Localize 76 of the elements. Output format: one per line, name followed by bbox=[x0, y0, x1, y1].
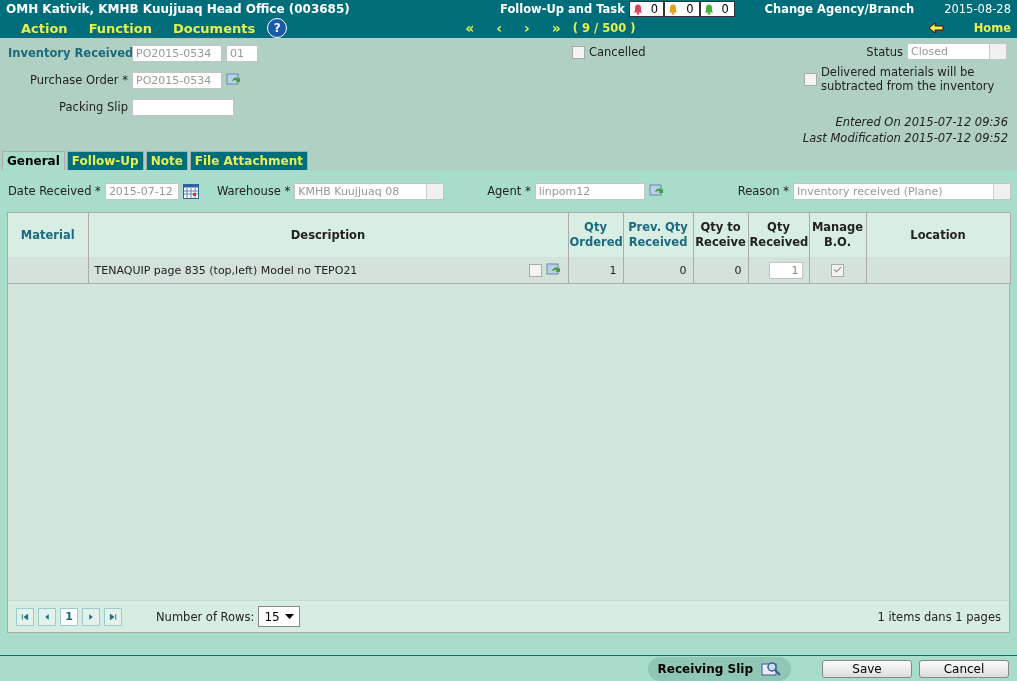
current-date: 2015-08-28 bbox=[944, 2, 1011, 16]
last-modification-text: Last Modification 2015-07-12 09:52 bbox=[802, 130, 1008, 146]
previous-page-icon[interactable] bbox=[38, 607, 56, 626]
record-position: ( 9 / 500 ) bbox=[572, 21, 636, 35]
next-button[interactable]: › bbox=[524, 20, 530, 36]
column-header[interactable]: Qty Ordered bbox=[568, 213, 623, 257]
calendar-icon[interactable] bbox=[182, 183, 199, 199]
table-cell: 0 bbox=[623, 257, 693, 284]
input-field[interactable]: 2015-07-12 bbox=[104, 182, 179, 200]
checkbox-label: Delivered materials will be subtracted from the inventory bbox=[821, 65, 996, 93]
first-page-icon[interactable] bbox=[16, 607, 34, 626]
cancel-button[interactable]: Cancel bbox=[919, 660, 1009, 678]
table-cell-text: TENAQUIP page 835 (top,left) Model no TEPO21 bbox=[94, 263, 359, 277]
column-header: Manage B.O. bbox=[809, 213, 866, 257]
help-button[interactable]: ? bbox=[267, 18, 288, 38]
last-page-button[interactable]: » bbox=[551, 20, 561, 36]
column-header: Description bbox=[88, 213, 568, 257]
field-label: Agent * bbox=[487, 184, 531, 198]
checkbox[interactable] bbox=[528, 263, 542, 277]
table-cell: 1 bbox=[568, 257, 623, 284]
page-button[interactable]: 1 bbox=[60, 607, 78, 626]
left-arrow-icon[interactable] bbox=[927, 22, 944, 34]
field-label: Date Received * bbox=[8, 184, 101, 198]
column-header: Qty to Receive bbox=[693, 213, 748, 257]
field-label: Packing Slip bbox=[58, 100, 128, 114]
change-agency-link[interactable]: Change Agency/Branch bbox=[764, 2, 915, 16]
lookup-icon[interactable] bbox=[226, 73, 242, 87]
tab[interactable]: Follow-Up bbox=[66, 151, 144, 170]
select-field[interactable]: Closed bbox=[907, 43, 1007, 60]
checkbox[interactable] bbox=[572, 45, 585, 59]
column-header[interactable]: Prev. Qty Received bbox=[623, 213, 693, 257]
column-header[interactable]: Material bbox=[8, 213, 88, 257]
follow-up-label: Follow-Up and Task bbox=[500, 2, 625, 16]
magnifier-icon bbox=[761, 660, 781, 678]
input-field[interactable]: linpom12 bbox=[534, 182, 645, 200]
field-label: Status bbox=[866, 44, 903, 59]
rows-label: Number of Rows: bbox=[156, 609, 255, 624]
menu-item[interactable]: Function bbox=[88, 20, 152, 36]
last-page-icon[interactable] bbox=[104, 607, 122, 626]
select-field[interactable]: Inventory received (Plane) bbox=[793, 182, 1011, 200]
field-label: Purchase Order * bbox=[29, 73, 128, 87]
bell-counter[interactable]: 0 bbox=[628, 1, 665, 17]
home-link[interactable]: Home bbox=[973, 21, 1011, 35]
previous-button[interactable]: ‹ bbox=[496, 20, 503, 36]
entered-on-text: Entered On 2015-07-12 09:36 bbox=[834, 114, 1008, 130]
field-label: Reason * bbox=[737, 184, 789, 198]
input-field[interactable]: PO2015-0534 bbox=[132, 44, 222, 62]
checkbox[interactable] bbox=[831, 263, 844, 277]
bell-counter[interactable]: 0 bbox=[699, 1, 735, 17]
column-header: Location bbox=[866, 213, 1010, 257]
save-button[interactable]: Save bbox=[822, 660, 912, 678]
tab[interactable]: Note bbox=[145, 151, 188, 170]
input-field[interactable]: PO2015-0534 bbox=[132, 71, 222, 89]
refresh-icon[interactable] bbox=[545, 263, 562, 277]
input-field[interactable]: 01 bbox=[226, 44, 258, 62]
checkbox-label: Cancelled bbox=[589, 45, 646, 59]
rows-select[interactable]: 15 bbox=[258, 606, 301, 627]
tab[interactable]: General bbox=[2, 151, 65, 170]
menu-item[interactable]: Documents bbox=[172, 20, 256, 36]
window-title: OMH Kativik, KMHB Kuujjuaq Head Office (003685) bbox=[6, 2, 351, 16]
lookup-icon[interactable] bbox=[648, 184, 665, 198]
receiving-slip-button[interactable]: Receiving Slip bbox=[647, 657, 791, 681]
dropdown-arrow-icon bbox=[285, 614, 295, 619]
select-field[interactable]: KMHB Kuujjuaq 08 bbox=[294, 182, 445, 200]
checkbox[interactable] bbox=[804, 72, 817, 86]
first-page-button[interactable]: « bbox=[465, 20, 475, 36]
next-page-icon[interactable] bbox=[82, 607, 100, 626]
input-field[interactable]: 1 bbox=[768, 261, 803, 279]
input-field[interactable] bbox=[132, 98, 234, 116]
tab[interactable]: File Attachment bbox=[189, 151, 308, 170]
table-cell: 0 bbox=[693, 257, 748, 284]
column-header: Qty Received bbox=[748, 213, 809, 257]
page-summary: 1 items dans 1 pages bbox=[877, 609, 1001, 624]
field-label: Warehouse * bbox=[216, 184, 291, 198]
menu-item[interactable]: Action bbox=[21, 20, 68, 36]
bell-counter[interactable]: 0 bbox=[664, 1, 700, 17]
